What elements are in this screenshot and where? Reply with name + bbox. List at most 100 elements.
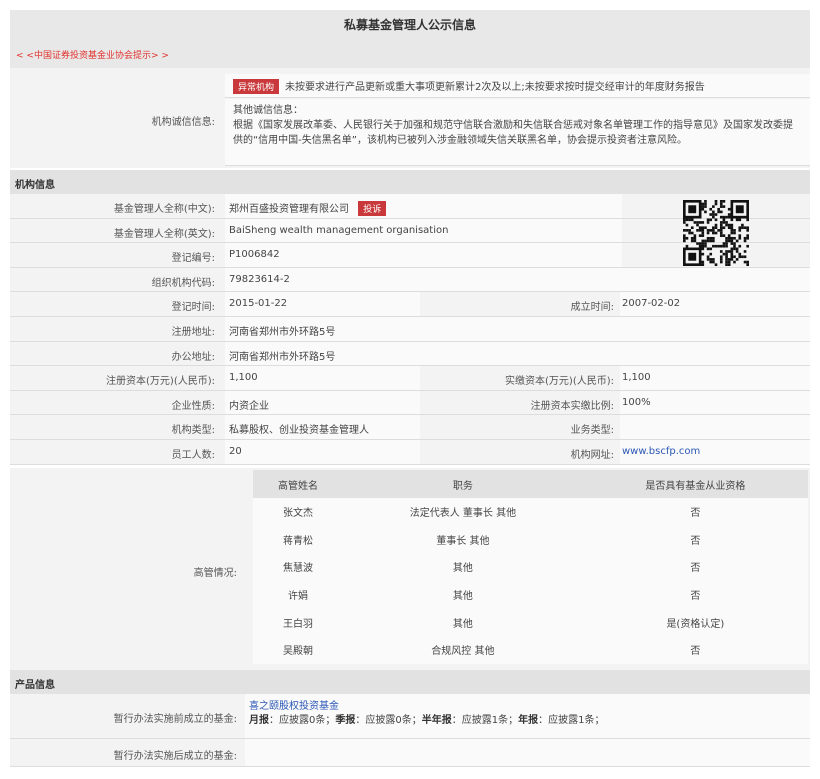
org-section-header: 机构信息 [10, 170, 810, 194]
org-row-label: 登记时间: [171, 302, 215, 314]
abnormal-box: 异常机构 未按要求进行产品更新或重大事项更新累计2次及以上;未按要求按时提交经审计… [225, 74, 810, 98]
org-row-value2: 100% [622, 396, 651, 408]
complaint-button[interactable]: 投诉 [358, 201, 387, 216]
report-count: ：应披露1条； [538, 715, 605, 726]
table-cell: 其他 [452, 618, 473, 630]
org-row-value: 79823614-2 [225, 267, 810, 292]
org-row-label: 登记编号: [171, 253, 215, 265]
table-cell: 否 [690, 508, 701, 520]
col-header-position: 职务 [343, 470, 583, 498]
org-row: 注册地址: 河南省郑州市外环路5号 [10, 316, 810, 342]
org-row-value2: 2007-02-02 [622, 298, 681, 310]
org-row-label2: 成立时间: [420, 292, 620, 316]
table-cell: 合规风控 其他 [431, 646, 495, 658]
report-type: 年报 [518, 715, 539, 726]
table-cell: 法定代表人 董事长 其他 [409, 508, 517, 520]
org-row: 组织机构代码: 79823614-2 [10, 267, 810, 293]
report-type: 月报 [249, 715, 269, 726]
org-row-label2: 实缴资本(万元)(人民币): [420, 366, 620, 390]
org-row-label: 基金管理人全称(中文): [113, 204, 215, 215]
report-count: ：应披露0条； [355, 715, 422, 726]
org-row-label: 员工人数: [171, 449, 215, 461]
org-row: 注册资本(万元)(人民币): 1,100 实缴资本(万元)(人民币): 1,100 [10, 366, 810, 391]
org-row-value: 河南省郑州市外环路5号 [225, 341, 810, 366]
table-cell: 其他 [452, 563, 473, 575]
org-row-label: 注册资本(万元)(人民币): [106, 376, 215, 388]
table-row: 王白羽 其他 是(资格认定) [253, 608, 808, 636]
page-title: 私募基金管理人公示信息 [343, 18, 476, 32]
association-notice-link[interactable]: < <中国证券投资基金业协会提示> > [16, 48, 169, 61]
table-row: 吴殿朝 合规风控 其他 否 [253, 636, 808, 664]
org-row-value-text: 20 [229, 445, 242, 457]
col-header-qualification: 是否具有基金从业资格 [582, 470, 808, 498]
table-cell: 张文杰 [283, 508, 314, 520]
org-row-value2: 1,100 [622, 372, 651, 384]
report-count: ：应披露1条； [451, 715, 519, 726]
funds-after-row: 暂行办法实施后成立的基金: [10, 739, 810, 767]
fund-link[interactable]: 喜之颐股权投资基金 [249, 701, 339, 712]
credit-info: 机构诚信信息: 异常机构 未按要求进行产品更新或重大事项更新累计2次及以上;未按要… [10, 68, 810, 168]
org-row-value-text: 私募股权、创业投资基金管理人 [229, 425, 369, 437]
org-row-label: 企业性质: [171, 400, 215, 412]
org-row-label: 办公地址: [171, 351, 215, 363]
table-cell: 董事长 其他 [436, 535, 490, 547]
table-cell: 否 [690, 535, 701, 547]
report-count: ：应披露0条； [269, 715, 336, 726]
org-row-value-text: 郑州百盛投资管理有限公司 [229, 204, 349, 215]
org-row-label: 机构类型: [171, 425, 215, 437]
org-row-value-text: P1006842 [229, 249, 280, 261]
table-cell: 否 [690, 646, 701, 658]
page-header: 私募基金管理人公示信息 < <中国证券投资基金业协会提示> > [10, 10, 810, 68]
table-row: 张文杰 法定代表人 董事长 其他 否 [253, 498, 808, 526]
org-row-value-text: 1,100 [229, 372, 258, 384]
org-row: 登记时间: 2015-01-22 成立时间: 2007-02-02 [10, 292, 810, 317]
product-section: 产品信息 暂行办法实施前成立的基金: 喜之颐股权投资基金 月报：应披露0条；季报… [10, 670, 810, 767]
report-type: 季报 [335, 715, 356, 726]
other-credit-text: 根据《国家发展改革委、人民银行关于加强和规范守信联合激励和失信联合惩戒对象名单管… [233, 120, 793, 146]
management-label: 高管情况: [193, 568, 237, 579]
org-row-label2: 注册资本实缴比例: [420, 390, 620, 415]
other-credit-box: 其他诚信信息： 根据《国家发展改革委、人民银行关于加强和规范守信联合激励和失信联… [225, 99, 810, 166]
management-table: 高管姓名 职务 是否具有基金从业资格 张文杰 法定代表人 董事长 其他否蒋青松 董事… [253, 470, 808, 664]
col-header-name: 高管姓名 [253, 470, 344, 498]
org-row-value-text: 79823614-2 [229, 273, 290, 285]
table-cell: 王白羽 [283, 618, 314, 630]
org-row: 机构类型: 私募股权、创业投资基金管理人 业务类型: [10, 415, 810, 440]
funds-before-label: 暂行办法实施前成立的基金: [113, 714, 237, 725]
org-row-value-text: BaiSheng wealth management organisation [229, 224, 449, 236]
table-cell: 否 [690, 591, 701, 603]
other-credit-title: 其他诚信信息： [233, 105, 303, 116]
org-row-label2: 机构网址: [420, 439, 620, 464]
abnormal-text: 未按要求进行产品更新或重大事项更新累计2次及以上;未按要求按时提交经审计的年度财… [285, 82, 705, 93]
table-cell: 蒋青松 [283, 535, 314, 547]
org-row: 办公地址: 河南省郑州市外环路5号 [10, 341, 810, 367]
funds-after-label: 暂行办法实施后成立的基金: [113, 751, 237, 762]
org-row-label: 注册地址: [171, 326, 215, 338]
org-row-value: 郑州百盛投资管理有限公司 投诉 [225, 194, 622, 218]
org-row-value-text: 2015-01-22 [229, 298, 288, 310]
org-row-value: P1006842 [225, 243, 622, 267]
table-row: 蒋青松 董事长 其他 否 [253, 526, 808, 554]
website-link[interactable]: www.bscfp.com [622, 446, 700, 457]
product-section-header: 产品信息 [10, 670, 810, 694]
org-row-value: 河南省郑州市外环路5号 [225, 316, 810, 341]
table-cell: 否 [690, 563, 701, 575]
table-cell: 其他 [452, 591, 473, 603]
abnormal-badge: 异常机构 [233, 79, 280, 94]
org-row: 企业性质: 内资企业 注册资本实缴比例: 100% [10, 390, 810, 416]
report-type: 半年报 [421, 715, 452, 726]
table-row: 焦慧波 其他 否 [253, 553, 808, 581]
org-row-value-text: 河南省郑州市外环路5号 [229, 351, 336, 363]
org-row-label: 组织机构代码: [151, 277, 215, 289]
org-row-label: 基金管理人全称(英文): [113, 228, 215, 240]
funds-before-row: 暂行办法实施前成立的基金: 喜之颐股权投资基金 月报：应披露0条；季报：应披露0… [10, 694, 810, 739]
org-row-label2: 业务类型: [420, 415, 620, 439]
management-section: 高管情况: 高管姓名 职务 是否具有基金从业资格 张文杰 法定代表人 董事长 其他… [10, 468, 810, 670]
table-row: 许娟 其他 否 [253, 581, 808, 609]
org-row-value: BaiSheng wealth management organisation [225, 218, 622, 243]
credit-label: 机构诚信信息: [151, 117, 215, 128]
qr-code-icon [683, 200, 749, 266]
org-row-value-text: 河南省郑州市外环路5号 [229, 326, 336, 338]
report-summary: 月报：应披露0条；季报：应披露0条；半年报：应披露1条；年报：应披露1条； [249, 715, 605, 726]
table-cell: 吴殿朝 [283, 646, 314, 658]
